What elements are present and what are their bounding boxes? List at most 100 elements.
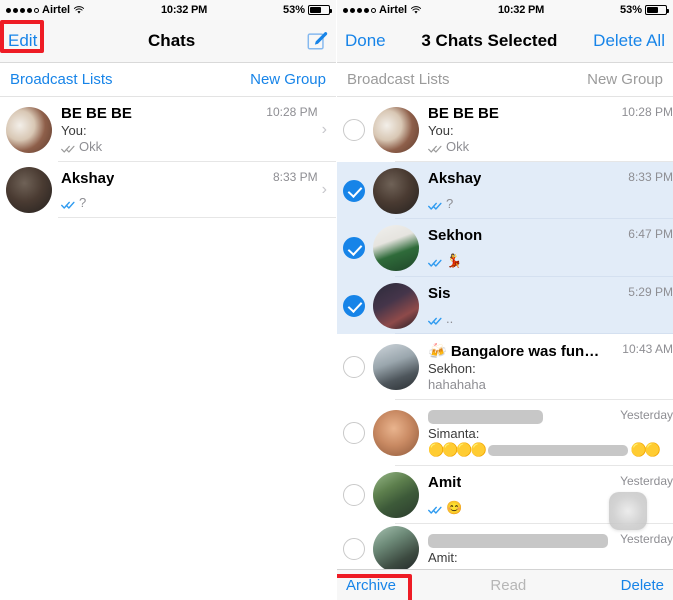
double-check-icon <box>428 199 443 210</box>
chat-preview: ? <box>428 196 673 211</box>
chat-preview-text: ? <box>446 196 454 211</box>
chevron-right-icon: › <box>321 120 327 138</box>
selection-checkbox[interactable] <box>343 294 365 317</box>
delete-button[interactable]: Delete <box>621 577 664 594</box>
avatar <box>373 525 419 572</box>
chat-name: BE BE BE <box>428 105 499 122</box>
selection-checkbox[interactable] <box>343 484 365 506</box>
chat-name-redacted <box>428 532 608 549</box>
chat-sender: Sekhon: <box>428 361 476 376</box>
avatar <box>6 106 52 153</box>
edit-button[interactable]: Edit <box>8 31 37 51</box>
chat-preview-text: 💃 <box>446 253 463 268</box>
chat-preview-text: hahahaha <box>428 377 486 392</box>
selection-checkbox[interactable] <box>343 237 365 259</box>
right-navigation-bar: Done 3 Chats Selected Delete All <box>337 20 673 63</box>
double-check-icon <box>428 256 443 267</box>
left-chat-list[interactable]: BE BE BE 10:28 PM You: Okk › Akshay 8:33… <box>0 97 336 218</box>
avatar <box>6 167 52 213</box>
chat-row-body: Amit Yesterday 😊 <box>428 466 673 524</box>
battery-percent-label: 53% <box>619 4 642 16</box>
selection-action-toolbar: Archive Read Delete <box>337 569 673 600</box>
battery-icon <box>645 5 669 15</box>
chat-timestamp: Yesterday <box>620 532 673 546</box>
chat-row-body: Akshay 8:33 PM ? <box>428 162 673 219</box>
broadcast-bar-left: Broadcast Lists New Group <box>0 63 336 97</box>
read-button[interactable]: Read <box>490 577 526 594</box>
right-chat-list[interactable]: BE BE BE 10:28 PM You: Okk Akshay 8:33 P… <box>337 97 673 573</box>
chat-name: Sis <box>428 285 451 302</box>
wifi-icon <box>410 5 422 15</box>
table-row[interactable]: Amit Yesterday 😊 <box>337 466 673 524</box>
carrier-label: Airtel <box>42 4 71 16</box>
page-title: Chats <box>148 31 196 50</box>
chevron-right-icon: › <box>321 181 327 198</box>
avatar <box>373 410 419 456</box>
chat-preview: hahahaha <box>428 377 673 392</box>
selection-checkbox[interactable] <box>343 422 365 444</box>
table-row[interactable]: Sekhon 6:47 PM 💃 <box>337 219 673 277</box>
selection-checkbox[interactable] <box>343 537 365 560</box>
archive-button[interactable]: Archive <box>346 577 396 594</box>
chat-row-body: BE BE BE 10:28 PM You: Okk <box>428 97 673 162</box>
chat-timestamp: 5:29 PM <box>628 285 673 299</box>
chat-preview-text: Okk <box>79 139 103 154</box>
status-bar-right: Airtel 10:32 PM 53% <box>337 0 673 20</box>
chat-preview-text: 😊 <box>446 500 463 515</box>
broadcast-lists-button: Broadcast Lists <box>347 71 450 88</box>
clock-label: 10:32 PM <box>498 4 545 16</box>
battery-icon <box>308 5 332 15</box>
chat-timestamp: 6:47 PM <box>628 227 673 241</box>
avatar <box>373 106 419 153</box>
chat-preview: ? <box>61 195 318 210</box>
selection-checkbox[interactable] <box>343 179 365 202</box>
status-bar-right-group: 53% <box>282 4 332 16</box>
selection-checkbox[interactable] <box>343 356 365 378</box>
table-row[interactable]: Akshay 8:33 PM ? › <box>0 162 336 218</box>
new-group-button: New Group <box>587 71 663 88</box>
dual-screenshot-comparison: Airtel 10:32 PM 53% Edit Chats Broadcast… <box>0 0 673 600</box>
selection-count-title: 3 Chats Selected <box>421 31 558 50</box>
avatar <box>373 344 419 390</box>
chat-timestamp: Yesterday <box>620 408 673 422</box>
double-check-icon <box>428 503 443 514</box>
broadcast-bar-right: Broadcast Lists New Group <box>337 63 673 97</box>
chat-preview: 💃 <box>428 253 673 269</box>
carrier-label: Airtel <box>379 4 408 16</box>
chat-row-body: 🍻 Bangalore was fun🍋 ... 10:43 AM Sekhon… <box>428 334 673 400</box>
chat-timestamp: 8:33 PM <box>272 170 318 184</box>
table-row[interactable]: Yesterday Amit: <box>337 524 673 573</box>
delete-all-button[interactable]: Delete All <box>593 31 665 51</box>
battery-percent-label: 53% <box>282 4 305 16</box>
chat-timestamp: 8:33 PM <box>628 170 673 184</box>
table-row[interactable]: Sis 5:29 PM .. <box>337 277 673 334</box>
chat-preview-text: Okk <box>446 139 470 154</box>
chat-preview-text: ? <box>79 195 87 210</box>
compose-button[interactable] <box>306 30 328 52</box>
chat-sender: Simanta: <box>428 426 480 441</box>
chat-timestamp: 10:43 AM <box>622 342 673 356</box>
broadcast-lists-button[interactable]: Broadcast Lists <box>10 71 113 88</box>
avatar <box>373 167 419 214</box>
selection-checkbox[interactable] <box>343 118 365 141</box>
chat-row-body: Sekhon 6:47 PM 💃 <box>428 219 673 277</box>
status-bar-right-group: 53% <box>619 4 669 16</box>
emoji-cluster: 🟡🟡🟡🟡 <box>428 442 487 457</box>
table-row[interactable]: BE BE BE 10:28 PM You: Okk › <box>0 97 336 162</box>
double-check-icon <box>61 198 76 209</box>
chat-preview: 😊 <box>428 500 673 516</box>
done-button[interactable]: Done <box>345 31 386 51</box>
chat-name: Sekhon <box>428 227 483 244</box>
table-row[interactable]: 🍻 Bangalore was fun🍋 ... 10:43 AM Sekhon… <box>337 334 673 400</box>
table-row[interactable]: Yesterday Simanta: 🟡🟡🟡🟡 🟡🟡 <box>337 400 673 466</box>
wifi-icon <box>73 5 85 15</box>
row-separator <box>58 217 336 218</box>
clock-label: 10:32 PM <box>161 4 208 16</box>
chat-row-body: BE BE BE 10:28 PM You: Okk <box>61 97 318 162</box>
chat-name: Akshay <box>61 170 115 187</box>
new-group-button[interactable]: New Group <box>250 71 326 88</box>
chat-sender: You: <box>61 123 87 138</box>
table-row[interactable]: Akshay 8:33 PM ? <box>337 162 673 219</box>
chat-timestamp: 10:28 PM <box>621 105 673 119</box>
table-row[interactable]: BE BE BE 10:28 PM You: Okk <box>337 97 673 162</box>
